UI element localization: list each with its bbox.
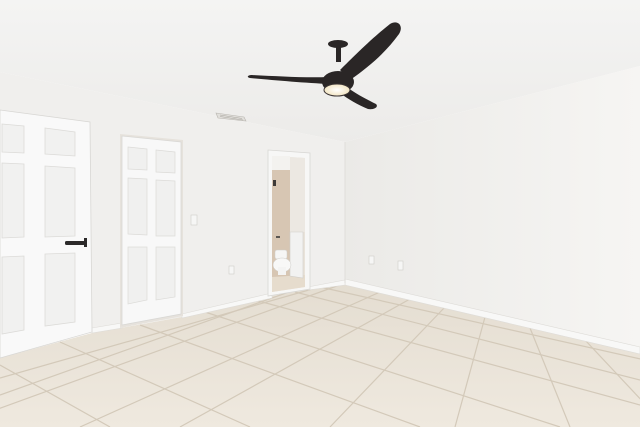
door-handle[interactable] xyxy=(65,241,85,245)
room-scene xyxy=(0,0,640,427)
fan-light xyxy=(323,83,351,97)
bathroom-doorway[interactable] xyxy=(267,149,311,297)
wall-outlet xyxy=(228,265,235,275)
bathroom-vanity xyxy=(289,231,304,279)
bedroom-door[interactable] xyxy=(0,109,93,359)
wall-outlet xyxy=(368,255,375,265)
light-switch[interactable] xyxy=(190,214,198,226)
closet-door[interactable] xyxy=(120,134,183,328)
wall-outlet xyxy=(397,260,404,271)
